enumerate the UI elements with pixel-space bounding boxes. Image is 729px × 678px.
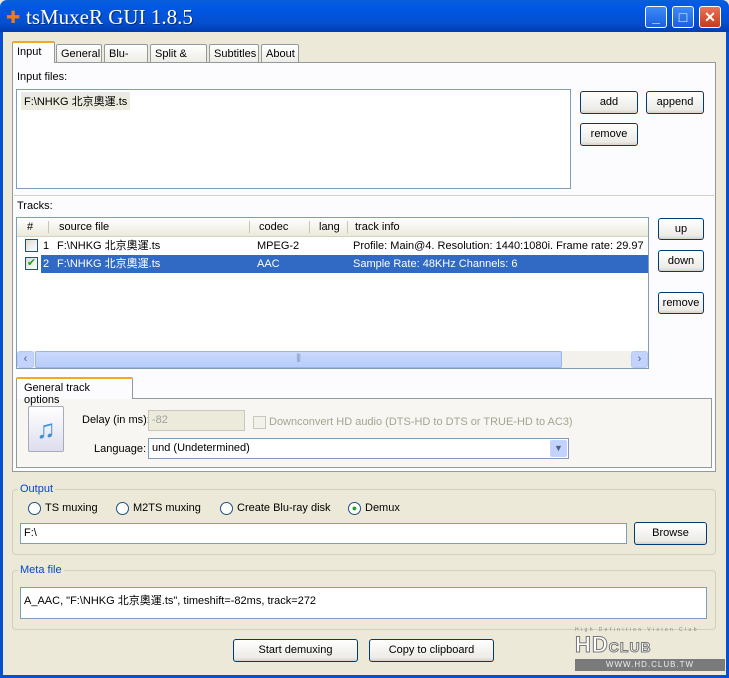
delay-label: Delay (in ms):	[82, 414, 150, 426]
table-row[interactable]: 1 F:\NHKG 北京奧運.ts MPEG-2 Profile: Main@4…	[17, 237, 648, 255]
col-codec[interactable]: codec	[259, 218, 288, 236]
track-number: 2	[43, 258, 50, 270]
splitter[interactable]	[14, 195, 714, 197]
meta-file-text[interactable]: A_AAC, "F:\NHKG 北京奧運.ts", timeshift=-82m…	[20, 587, 707, 619]
m2ts-muxing-label[interactable]: M2TS muxing	[133, 502, 201, 514]
append-button[interactable]: append	[646, 91, 704, 114]
demux-radio-selected[interactable]: ●	[348, 502, 361, 515]
track-number: 1	[43, 240, 50, 252]
hdclub-watermark-logo: High Definition Vision Club HDCLUB WWW.H…	[575, 627, 725, 675]
downconvert-checkbox[interactable]	[253, 416, 266, 429]
create-bluray-label[interactable]: Create Blu-ray disk	[237, 502, 331, 514]
output-path-input[interactable]: F:\	[20, 523, 627, 544]
track-codec: MPEG-2	[257, 240, 300, 252]
add-button[interactable]: add	[580, 91, 638, 114]
track-checkbox-checked[interactable]: ✔	[25, 257, 38, 270]
create-bluray-radio[interactable]	[220, 502, 233, 515]
tab-about[interactable]: About	[261, 44, 299, 63]
minimize-button[interactable]: _	[645, 6, 667, 28]
window-title: tsMuxeR GUI 1.8.5	[26, 5, 193, 29]
chevron-down-icon[interactable]: ▼	[550, 440, 567, 457]
delay-input[interactable]: -82	[148, 410, 245, 431]
remove-file-button[interactable]: remove	[580, 123, 638, 146]
track-info: Sample Rate: 48KHz Channels: 6	[353, 258, 518, 270]
remove-track-button[interactable]: remove	[658, 292, 704, 314]
col-source-file[interactable]: source file	[59, 218, 109, 236]
maximize-button[interactable]: □	[672, 6, 694, 28]
track-info: Profile: Main@4. Resolution: 1440:1080i.…	[353, 240, 644, 252]
browse-button[interactable]: Browse	[634, 522, 707, 545]
scroll-right-arrow[interactable]: ›	[631, 351, 648, 368]
language-select[interactable]: und (Undetermined) ▼	[148, 438, 569, 459]
tracks-table[interactable]: # source file codec lang track info 1 F:…	[16, 217, 649, 369]
downconvert-label: Downconvert HD audio (DTS-HD to DTS or T…	[269, 416, 573, 428]
input-files-label: Input files:	[17, 71, 68, 83]
track-down-button[interactable]: down	[658, 250, 704, 272]
language-value: und (Undetermined)	[152, 442, 250, 454]
tab-input[interactable]: Input	[12, 41, 55, 63]
tab-general-track-options[interactable]: General track options	[16, 377, 133, 406]
table-row[interactable]: ✔ 2 F:\NHKG 北京奧運.ts AAC Sample Rate: 48K…	[17, 255, 648, 273]
track-up-button[interactable]: up	[658, 218, 704, 240]
col-lang[interactable]: lang	[319, 218, 340, 236]
tracks-header: # source file codec lang track info	[17, 218, 648, 237]
track-source-file: F:\NHKG 北京奧運.ts	[57, 240, 161, 252]
title-bar[interactable]: ✚ tsMuxeR GUI 1.8.5 _ □ ✕	[0, 0, 729, 32]
track-checkbox[interactable]	[25, 239, 38, 252]
output-group	[12, 489, 716, 555]
output-title: Output	[18, 483, 56, 495]
tab-subtitles[interactable]: Subtitles	[209, 44, 259, 63]
tab-blu-ray[interactable]: Blu-ray	[104, 44, 148, 72]
start-demuxing-button[interactable]: Start demuxing	[233, 639, 358, 662]
col-track-info[interactable]: track info	[355, 218, 400, 236]
close-button[interactable]: ✕	[699, 6, 721, 28]
input-files-list[interactable]: F:\NHKG 北京奧運.ts	[16, 89, 571, 189]
ts-muxing-radio[interactable]	[28, 502, 41, 515]
app-icon: ✚	[6, 8, 21, 27]
horizontal-scrollbar[interactable]: ‹ ⦀ ›	[17, 351, 648, 368]
ts-muxing-label[interactable]: TS muxing	[45, 502, 98, 514]
tracks-label: Tracks:	[17, 200, 53, 212]
col-number[interactable]: #	[27, 218, 33, 236]
language-label: Language:	[94, 443, 146, 455]
tab-split-cut[interactable]: Split & cut	[150, 44, 207, 72]
audio-file-icon: ♫	[28, 406, 64, 452]
m2ts-muxing-radio[interactable]	[116, 502, 129, 515]
copy-to-clipboard-button[interactable]: Copy to clipboard	[369, 639, 494, 662]
meta-file-title: Meta file	[18, 564, 64, 576]
track-codec: AAC	[257, 258, 280, 270]
tab-general[interactable]: General	[56, 44, 102, 63]
input-file-item[interactable]: F:\NHKG 北京奧運.ts	[21, 92, 131, 110]
scroll-thumb[interactable]: ⦀	[35, 351, 562, 368]
track-source-file: F:\NHKG 北京奧運.ts	[57, 258, 161, 270]
scroll-left-arrow[interactable]: ‹	[17, 351, 34, 368]
demux-label[interactable]: Demux	[365, 502, 400, 514]
